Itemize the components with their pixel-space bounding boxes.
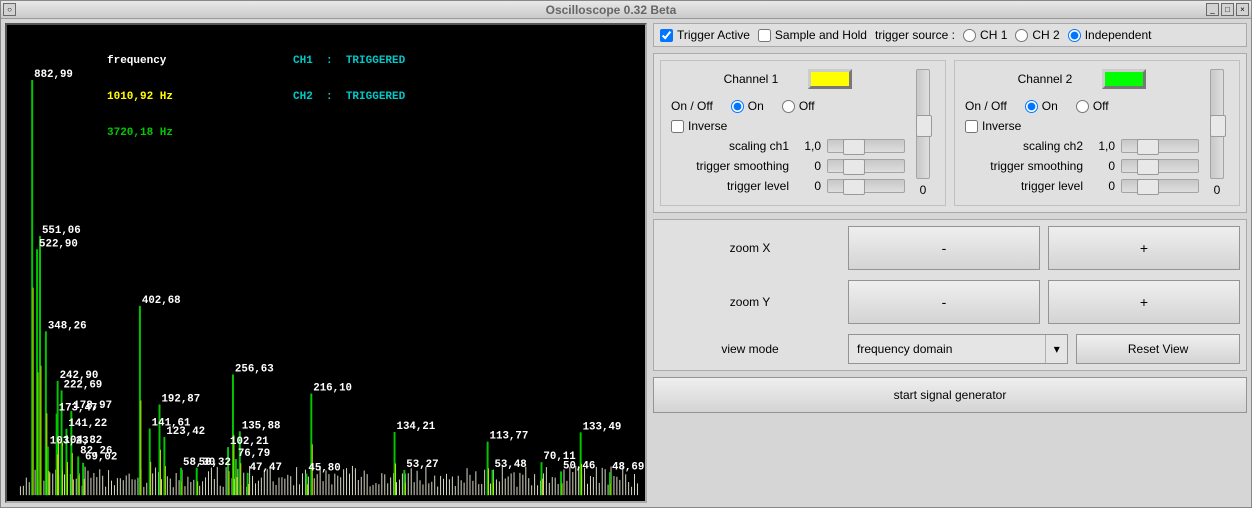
svg-text:69,02: 69,02 bbox=[85, 452, 117, 464]
ch1-smooth-label: trigger smoothing bbox=[671, 159, 789, 173]
start-signal-generator-button[interactable]: start signal generator bbox=[653, 377, 1247, 413]
ch1-offset-value: 0 bbox=[920, 183, 927, 197]
spectrum-plot[interactable]: frequency 1010,92 Hz 3720,18 Hz CH1 : TR… bbox=[5, 23, 647, 503]
reset-view-button[interactable]: Reset View bbox=[1076, 334, 1240, 364]
trigger-panel: Trigger Active Sample and Hold trigger s… bbox=[653, 23, 1247, 47]
trigger-source-label: trigger source : bbox=[875, 28, 955, 42]
channel-2-onoff-label: On / Off bbox=[965, 99, 1007, 113]
channel-1-onoff-label: On / Off bbox=[671, 99, 713, 113]
svg-text:50,46: 50,46 bbox=[563, 460, 595, 472]
ch1-offset-slider[interactable] bbox=[916, 69, 930, 179]
channel-1-off-radio[interactable]: Off bbox=[782, 99, 815, 113]
svg-text:882,99: 882,99 bbox=[34, 69, 73, 81]
ch1-scaling-label: scaling ch1 bbox=[671, 139, 789, 153]
svg-text:192,87: 192,87 bbox=[161, 394, 200, 406]
channel-1-title: Channel 1 bbox=[724, 72, 779, 86]
svg-text:141,22: 141,22 bbox=[68, 418, 107, 430]
app-window: ○ Oscilloscope 0.32 Beta _ □ × frequency… bbox=[0, 0, 1252, 508]
sample-hold-checkbox[interactable]: Sample and Hold bbox=[758, 28, 867, 42]
titlebar: ○ Oscilloscope 0.32 Beta _ □ × bbox=[1, 1, 1251, 19]
svg-text:48,69: 48,69 bbox=[612, 461, 644, 473]
svg-text:551,06: 551,06 bbox=[42, 225, 81, 237]
channel-2-off-radio[interactable]: Off bbox=[1076, 99, 1109, 113]
zoom-x-label: zoom X bbox=[660, 241, 840, 255]
svg-text:173,47: 173,47 bbox=[59, 403, 98, 415]
plot-canvas: 882,99551,06522,90402,68348,26256,63242,… bbox=[7, 25, 645, 501]
ch2-scaling-slider[interactable] bbox=[1121, 139, 1199, 153]
maximize-icon[interactable]: □ bbox=[1221, 3, 1234, 16]
channel-1-on-radio[interactable]: On bbox=[731, 99, 764, 113]
svg-text:133,49: 133,49 bbox=[583, 421, 622, 433]
svg-text:402,68: 402,68 bbox=[142, 295, 181, 307]
ch2-scaling-label: scaling ch2 bbox=[965, 139, 1083, 153]
ch1-smooth-slider[interactable] bbox=[827, 159, 905, 173]
svg-text:348,26: 348,26 bbox=[48, 320, 87, 332]
view-mode-dropdown[interactable]: frequency domain ▾ bbox=[848, 334, 1068, 364]
ch2-level-label: trigger level bbox=[965, 179, 1083, 193]
ch2-smooth-value: 0 bbox=[1089, 159, 1115, 173]
svg-text:53,27: 53,27 bbox=[406, 459, 438, 471]
svg-text:123,42: 123,42 bbox=[166, 426, 205, 438]
channel-2-inverse-checkbox[interactable]: Inverse bbox=[965, 119, 1199, 133]
trigger-source-independent[interactable]: Independent bbox=[1068, 28, 1152, 42]
svg-text:76,79: 76,79 bbox=[238, 448, 270, 460]
ch2-scaling-value: 1,0 bbox=[1089, 139, 1115, 153]
close-icon[interactable]: × bbox=[1236, 3, 1249, 16]
channel-2-color-swatch[interactable] bbox=[1102, 69, 1146, 89]
ch2-level-value: 0 bbox=[1089, 179, 1115, 193]
channel-1-box: Channel 1 On / Off On Off Inverse scalin… bbox=[660, 60, 946, 206]
minimize-icon[interactable]: _ bbox=[1206, 3, 1219, 16]
channel-2-box: Channel 2 On / Off On Off Inverse scalin… bbox=[954, 60, 1240, 206]
zoom-y-label: zoom Y bbox=[660, 295, 840, 309]
svg-text:256,63: 256,63 bbox=[235, 364, 274, 376]
zoom-x-minus-button[interactable]: - bbox=[848, 226, 1040, 270]
ch1-scaling-slider[interactable] bbox=[827, 139, 905, 153]
svg-text:53,48: 53,48 bbox=[494, 459, 526, 471]
zoom-x-plus-button[interactable]: + bbox=[1048, 226, 1240, 270]
ch2-offset-slider[interactable] bbox=[1210, 69, 1224, 179]
channel-1-inverse-checkbox[interactable]: Inverse bbox=[671, 119, 905, 133]
svg-text:216,10: 216,10 bbox=[313, 383, 352, 395]
window-title: Oscilloscope 0.32 Beta bbox=[18, 3, 1204, 17]
svg-text:58,32: 58,32 bbox=[199, 457, 231, 469]
ch2-smooth-label: trigger smoothing bbox=[965, 159, 1083, 173]
window-system-icon[interactable]: ○ bbox=[3, 3, 16, 16]
content-area: frequency 1010,92 Hz 3720,18 Hz CH1 : TR… bbox=[1, 19, 1251, 507]
channel-2-title: Channel 2 bbox=[1018, 72, 1073, 86]
trigger-source-ch2[interactable]: CH 2 bbox=[1015, 28, 1059, 42]
view-mode-label: view mode bbox=[660, 342, 840, 356]
ch2-level-slider[interactable] bbox=[1121, 179, 1199, 193]
svg-text:47,47: 47,47 bbox=[250, 462, 282, 474]
zoom-y-plus-button[interactable]: + bbox=[1048, 280, 1240, 324]
channels-panel: Channel 1 On / Off On Off Inverse scalin… bbox=[653, 53, 1247, 213]
ch1-level-label: trigger level bbox=[671, 179, 789, 193]
controls-pane: Trigger Active Sample and Hold trigger s… bbox=[647, 23, 1247, 503]
zoom-panel: zoom X - + zoom Y - + view mode frequenc… bbox=[653, 219, 1247, 371]
trigger-active-checkbox[interactable]: Trigger Active bbox=[660, 28, 750, 42]
ch1-smooth-value: 0 bbox=[795, 159, 821, 173]
ch2-offset-value: 0 bbox=[1214, 183, 1221, 197]
svg-text:113,77: 113,77 bbox=[490, 431, 529, 443]
svg-text:222,69: 222,69 bbox=[64, 379, 103, 391]
svg-text:45,80: 45,80 bbox=[308, 463, 340, 475]
ch1-scaling-value: 1,0 bbox=[795, 139, 821, 153]
channel-2-on-radio[interactable]: On bbox=[1025, 99, 1058, 113]
ch1-level-slider[interactable] bbox=[827, 179, 905, 193]
ch2-smooth-slider[interactable] bbox=[1121, 159, 1199, 173]
svg-text:135,88: 135,88 bbox=[242, 420, 281, 432]
svg-text:102,21: 102,21 bbox=[230, 436, 269, 448]
svg-text:134,21: 134,21 bbox=[397, 421, 436, 433]
zoom-y-minus-button[interactable]: - bbox=[848, 280, 1040, 324]
trigger-source-ch1[interactable]: CH 1 bbox=[963, 28, 1007, 42]
svg-text:522,90: 522,90 bbox=[39, 238, 78, 250]
ch1-level-value: 0 bbox=[795, 179, 821, 193]
channel-1-color-swatch[interactable] bbox=[808, 69, 852, 89]
chevron-down-icon: ▾ bbox=[1045, 335, 1067, 363]
